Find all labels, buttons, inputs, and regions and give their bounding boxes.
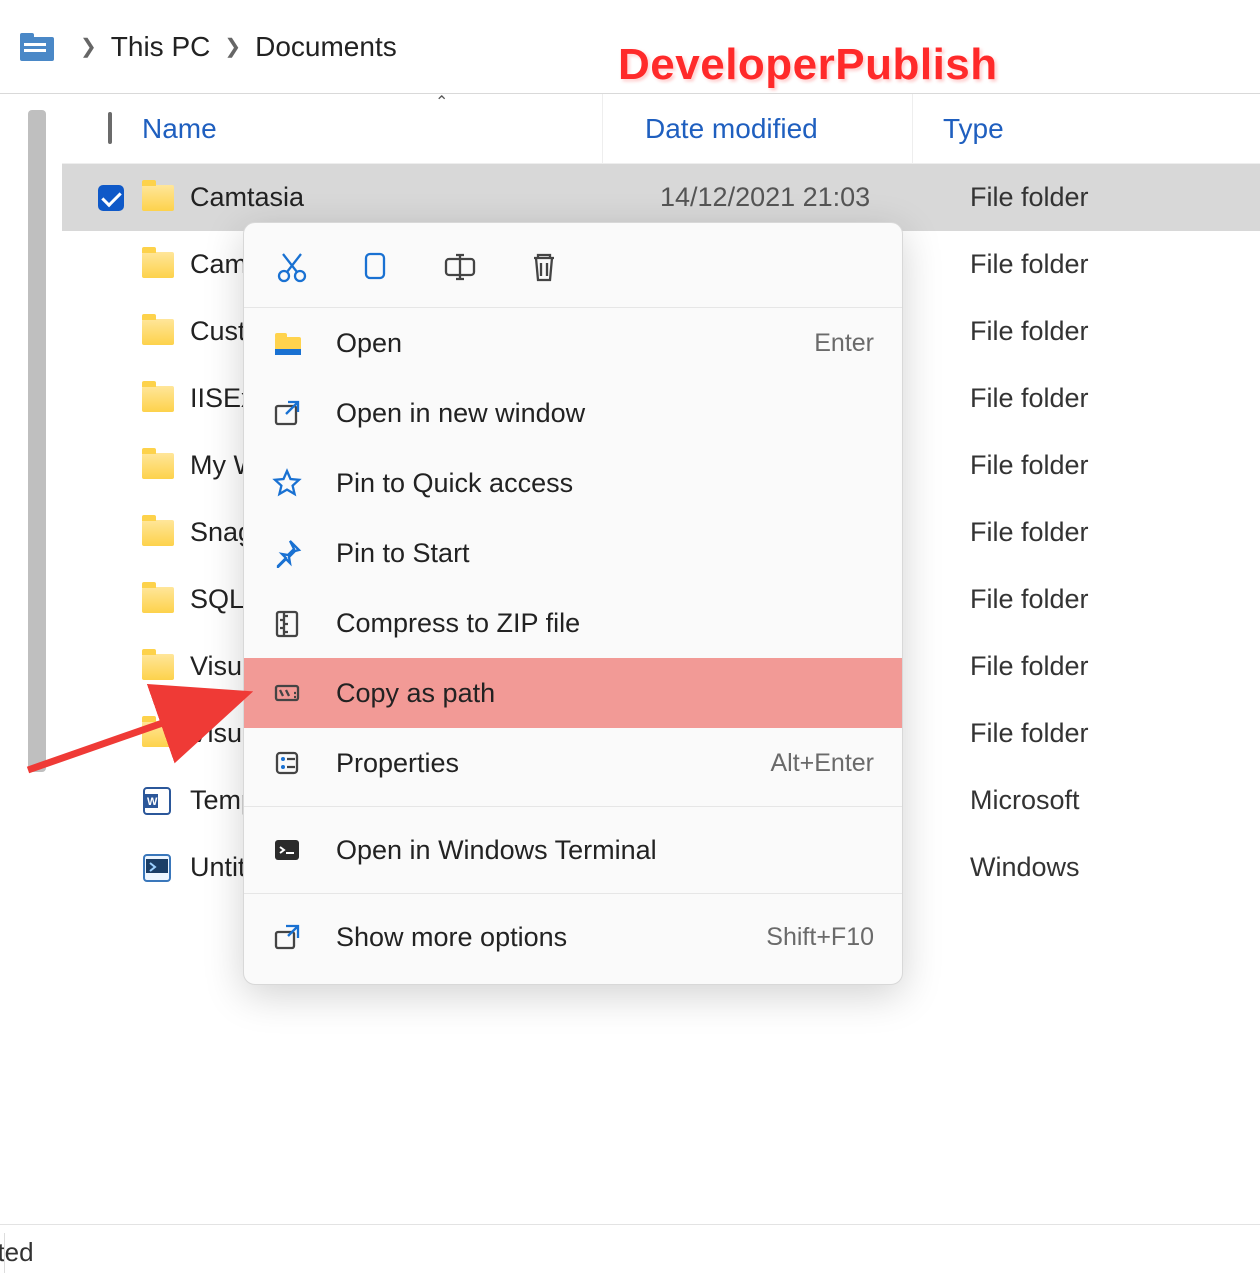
ctx-accel: Enter	[814, 329, 874, 358]
ctx-label: Open in new window	[314, 398, 874, 429]
newwin-icon	[272, 398, 314, 428]
file-type: File folder	[970, 718, 1260, 749]
ctx-item-pin-start[interactable]: Pin to Start	[244, 518, 902, 588]
path-icon	[272, 678, 314, 708]
ctx-item-properties[interactable]: Properties Alt+Enter	[244, 728, 902, 798]
file-name: Camtasia	[184, 182, 660, 213]
select-all-checkbox[interactable]	[108, 114, 112, 143]
row-checkbox[interactable]	[98, 185, 124, 211]
ctx-label: Properties	[314, 748, 770, 779]
ctx-item-compress-zip[interactable]: Compress to ZIP file	[244, 588, 902, 658]
ctx-separator	[244, 806, 902, 807]
word-doc-icon: W	[142, 786, 184, 816]
nav-tree-fragment: e o	[0, 94, 30, 1210]
copy-icon[interactable]	[358, 249, 394, 285]
ctx-label: Compress to ZIP file	[314, 608, 874, 639]
ctx-label: Copy as path	[314, 678, 874, 709]
folder-icon	[142, 252, 184, 278]
file-type: File folder	[970, 584, 1260, 615]
column-header-date[interactable]: Date modified	[645, 113, 818, 145]
ctx-accel: Shift+F10	[766, 923, 874, 952]
folder-icon	[142, 520, 184, 546]
folder-icon	[142, 386, 184, 412]
status-selected-text: ected	[0, 1237, 34, 1268]
column-header-name[interactable]: Name	[142, 113, 602, 145]
folder-icon	[142, 721, 184, 747]
terminal-icon	[272, 835, 314, 865]
file-type: File folder	[970, 450, 1260, 481]
folder-icon	[142, 319, 184, 345]
powershell-file-icon	[142, 853, 184, 883]
pin-icon	[272, 538, 314, 568]
file-type: File folder	[970, 651, 1260, 682]
ctx-item-open[interactable]: Open Enter	[244, 308, 902, 378]
ctx-separator	[244, 893, 902, 894]
breadcrumb-item-thispc[interactable]: This PC	[111, 31, 211, 63]
nav-scrollbar[interactable]	[28, 110, 46, 772]
file-type: File folder	[970, 517, 1260, 548]
file-type: Windows	[970, 852, 1260, 883]
zip-icon	[272, 608, 314, 638]
cut-icon[interactable]	[274, 249, 310, 285]
delete-icon[interactable]	[526, 249, 562, 285]
file-type: File folder	[970, 249, 1260, 280]
ctx-label: Open in Windows Terminal	[314, 835, 874, 866]
more-icon	[272, 922, 314, 952]
folder-icon	[142, 654, 184, 680]
ctx-item-show-more[interactable]: Show more options Shift+F10	[244, 902, 902, 972]
svg-text:W: W	[147, 796, 158, 808]
column-header-row: ⌃ Name Date modified Type	[62, 94, 1260, 164]
folder-icon	[142, 185, 184, 211]
open-icon	[272, 327, 314, 359]
chevron-right-icon: ❯	[80, 34, 97, 59]
ctx-accel: Alt+Enter	[770, 749, 874, 778]
chevron-right-icon: ❯	[224, 34, 241, 59]
rename-icon[interactable]	[442, 249, 478, 285]
ctx-label: Pin to Quick access	[314, 468, 874, 499]
ctx-label: Show more options	[314, 922, 766, 953]
context-toolbar	[244, 235, 902, 308]
props-icon	[272, 748, 314, 778]
file-date: 14/12/2021 21:03	[660, 182, 970, 213]
file-row[interactable]: Camtasia 14/12/2021 21:03 File folder	[62, 164, 1260, 231]
file-type: Microsoft	[970, 785, 1260, 816]
status-bar: ected	[0, 1224, 1260, 1280]
folder-icon	[142, 453, 184, 479]
status-separator	[4, 1233, 5, 1273]
file-type: File folder	[970, 316, 1260, 347]
star-icon	[272, 468, 314, 498]
folder-location-icon	[20, 33, 54, 61]
breadcrumb-item-documents[interactable]: Documents	[255, 31, 397, 63]
ctx-label: Pin to Start	[314, 538, 874, 569]
file-type: File folder	[970, 383, 1260, 414]
context-menu: Open Enter Open in new window Pin to Qui…	[243, 222, 903, 985]
ctx-item-open-terminal[interactable]: Open in Windows Terminal	[244, 815, 902, 885]
ctx-item-copy-as-path[interactable]: Copy as path	[244, 658, 902, 728]
ctx-label: Open	[314, 328, 814, 359]
ctx-item-open-new-window[interactable]: Open in new window	[244, 378, 902, 448]
column-header-type[interactable]: Type	[943, 113, 1004, 145]
watermark-text: DeveloperPublish	[618, 40, 998, 90]
ctx-item-pin-quick-access[interactable]: Pin to Quick access	[244, 448, 902, 518]
folder-icon	[142, 587, 184, 613]
file-type: File folder	[970, 182, 1260, 213]
sort-caret-icon: ⌃	[435, 92, 448, 112]
